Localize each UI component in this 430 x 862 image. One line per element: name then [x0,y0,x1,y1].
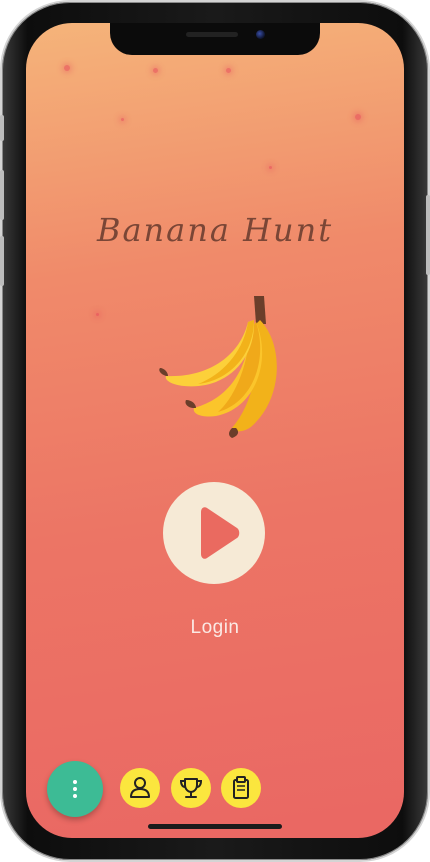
glow-dot [269,166,272,169]
profile-button[interactable] [120,768,160,808]
game-title: Banana Hunt [96,211,334,249]
glow-dot [64,65,70,71]
user-icon [130,777,150,798]
speaker [186,32,238,37]
page: Banana Hunt Login [0,0,430,862]
notch [110,23,320,55]
game-screen: Banana Hunt Login [26,23,404,838]
glow-dot [96,313,99,316]
trophy-icon [179,778,203,798]
banana-bunch-icon [159,296,277,438]
volume-down-button [0,236,4,286]
play-icon [201,507,240,559]
home-indicator [148,824,282,829]
volume-up-button [0,170,4,220]
leaderboard-button[interactable] [171,768,211,808]
glow-dot [355,114,361,120]
clipboard-icon [233,776,249,799]
front-camera [256,30,265,39]
menu-button[interactable] [47,761,103,817]
vertical-dots-icon [73,780,77,798]
silent-switch [0,115,4,141]
play-button[interactable] [163,482,265,584]
glow-dot [121,118,124,121]
login-link[interactable]: Login [26,617,404,639]
glow-dot [153,68,158,73]
notes-button[interactable] [221,768,261,808]
glow-dot [226,68,231,73]
power-button [426,195,430,275]
